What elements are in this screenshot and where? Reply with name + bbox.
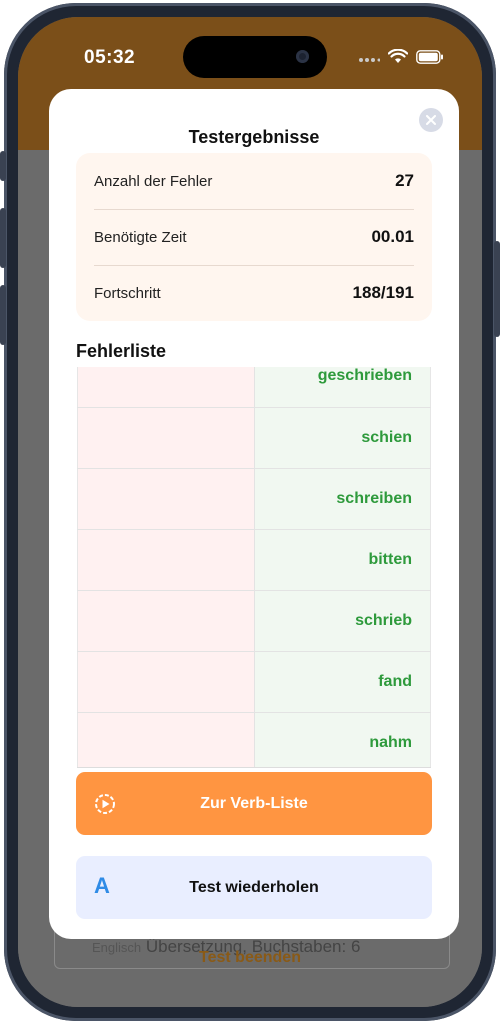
phone-frame: Englisch Übersetzung, Buchstaben: 6 Test… xyxy=(0,3,500,1021)
retry-test-button[interactable]: A Test wiederholen xyxy=(76,856,432,919)
user-answer-cell xyxy=(77,530,255,590)
status-icons xyxy=(358,49,444,64)
signal-icon xyxy=(359,57,380,62)
screen: Englisch Übersetzung, Buchstaben: 6 Test… xyxy=(18,17,482,1007)
user-answer-cell xyxy=(77,367,255,407)
mistakes-title: Fehlerliste xyxy=(76,341,167,361)
play-circle-icon xyxy=(95,794,115,814)
end-test-button[interactable]: Test beenden xyxy=(18,949,482,967)
volume-down-button xyxy=(0,285,6,345)
mute-switch xyxy=(0,151,6,181)
correct-answer-cell: schien xyxy=(255,408,431,468)
power-button xyxy=(494,241,500,337)
stat-label: Fortschritt xyxy=(94,284,161,302)
camera-icon xyxy=(296,50,309,63)
stat-time: Benötigte Zeit 00.01 xyxy=(94,209,414,265)
stat-label: Benötigte Zeit xyxy=(94,228,187,246)
list-item: geschrieben xyxy=(77,367,431,408)
list-item: nahm xyxy=(77,713,431,767)
list-item: fand xyxy=(77,652,431,713)
verb-list-label: Zur Verb-Liste xyxy=(200,794,308,812)
stat-value: 188/191 xyxy=(352,283,414,302)
list-item: schien xyxy=(77,408,431,469)
status-time: 05:32 xyxy=(84,47,136,68)
user-answer-cell xyxy=(77,713,255,767)
correct-answer-cell: nahm xyxy=(255,713,431,767)
retry-label: Test wiederholen xyxy=(189,878,319,896)
stat-label: Anzahl der Fehler xyxy=(94,172,213,190)
user-answer-cell xyxy=(77,469,255,529)
close-button[interactable] xyxy=(419,108,443,132)
correct-answer-cell: geschrieben xyxy=(255,367,431,407)
dynamic-island xyxy=(183,36,327,78)
close-icon xyxy=(426,115,436,125)
stat-value: 27 xyxy=(395,171,414,190)
mistakes-list[interactable]: geschrieben schien schreiben bitten schr… xyxy=(77,367,431,768)
correct-answer-cell: fand xyxy=(255,652,431,712)
stat-progress: Fortschritt 188/191 xyxy=(94,265,414,321)
list-item: schrieb xyxy=(77,591,431,652)
user-answer-cell xyxy=(77,652,255,712)
stat-value: 00.01 xyxy=(371,227,414,246)
verb-list-button[interactable]: Zur Verb-Liste xyxy=(76,772,432,835)
wifi-icon xyxy=(388,49,408,63)
modal-title: Testergebnisse xyxy=(188,127,320,147)
correct-answer-cell: bitten xyxy=(255,530,431,590)
list-item: bitten xyxy=(77,530,431,591)
battery-icon xyxy=(416,49,443,64)
user-answer-cell xyxy=(77,591,255,651)
test-results-modal: Testergebnisse Anzahl der Fehler 27 Benö… xyxy=(49,89,459,939)
correct-answer-cell: schreiben xyxy=(255,469,431,529)
stats-card: Anzahl der Fehler 27 Benötigte Zeit 00.0… xyxy=(76,153,432,321)
correct-answer-cell: schrieb xyxy=(255,591,431,651)
list-item: schreiben xyxy=(77,469,431,530)
user-answer-cell xyxy=(77,408,255,468)
letter-a-icon: A xyxy=(94,873,110,898)
volume-up-button xyxy=(0,208,6,268)
stat-errors: Anzahl der Fehler 27 xyxy=(94,153,414,209)
